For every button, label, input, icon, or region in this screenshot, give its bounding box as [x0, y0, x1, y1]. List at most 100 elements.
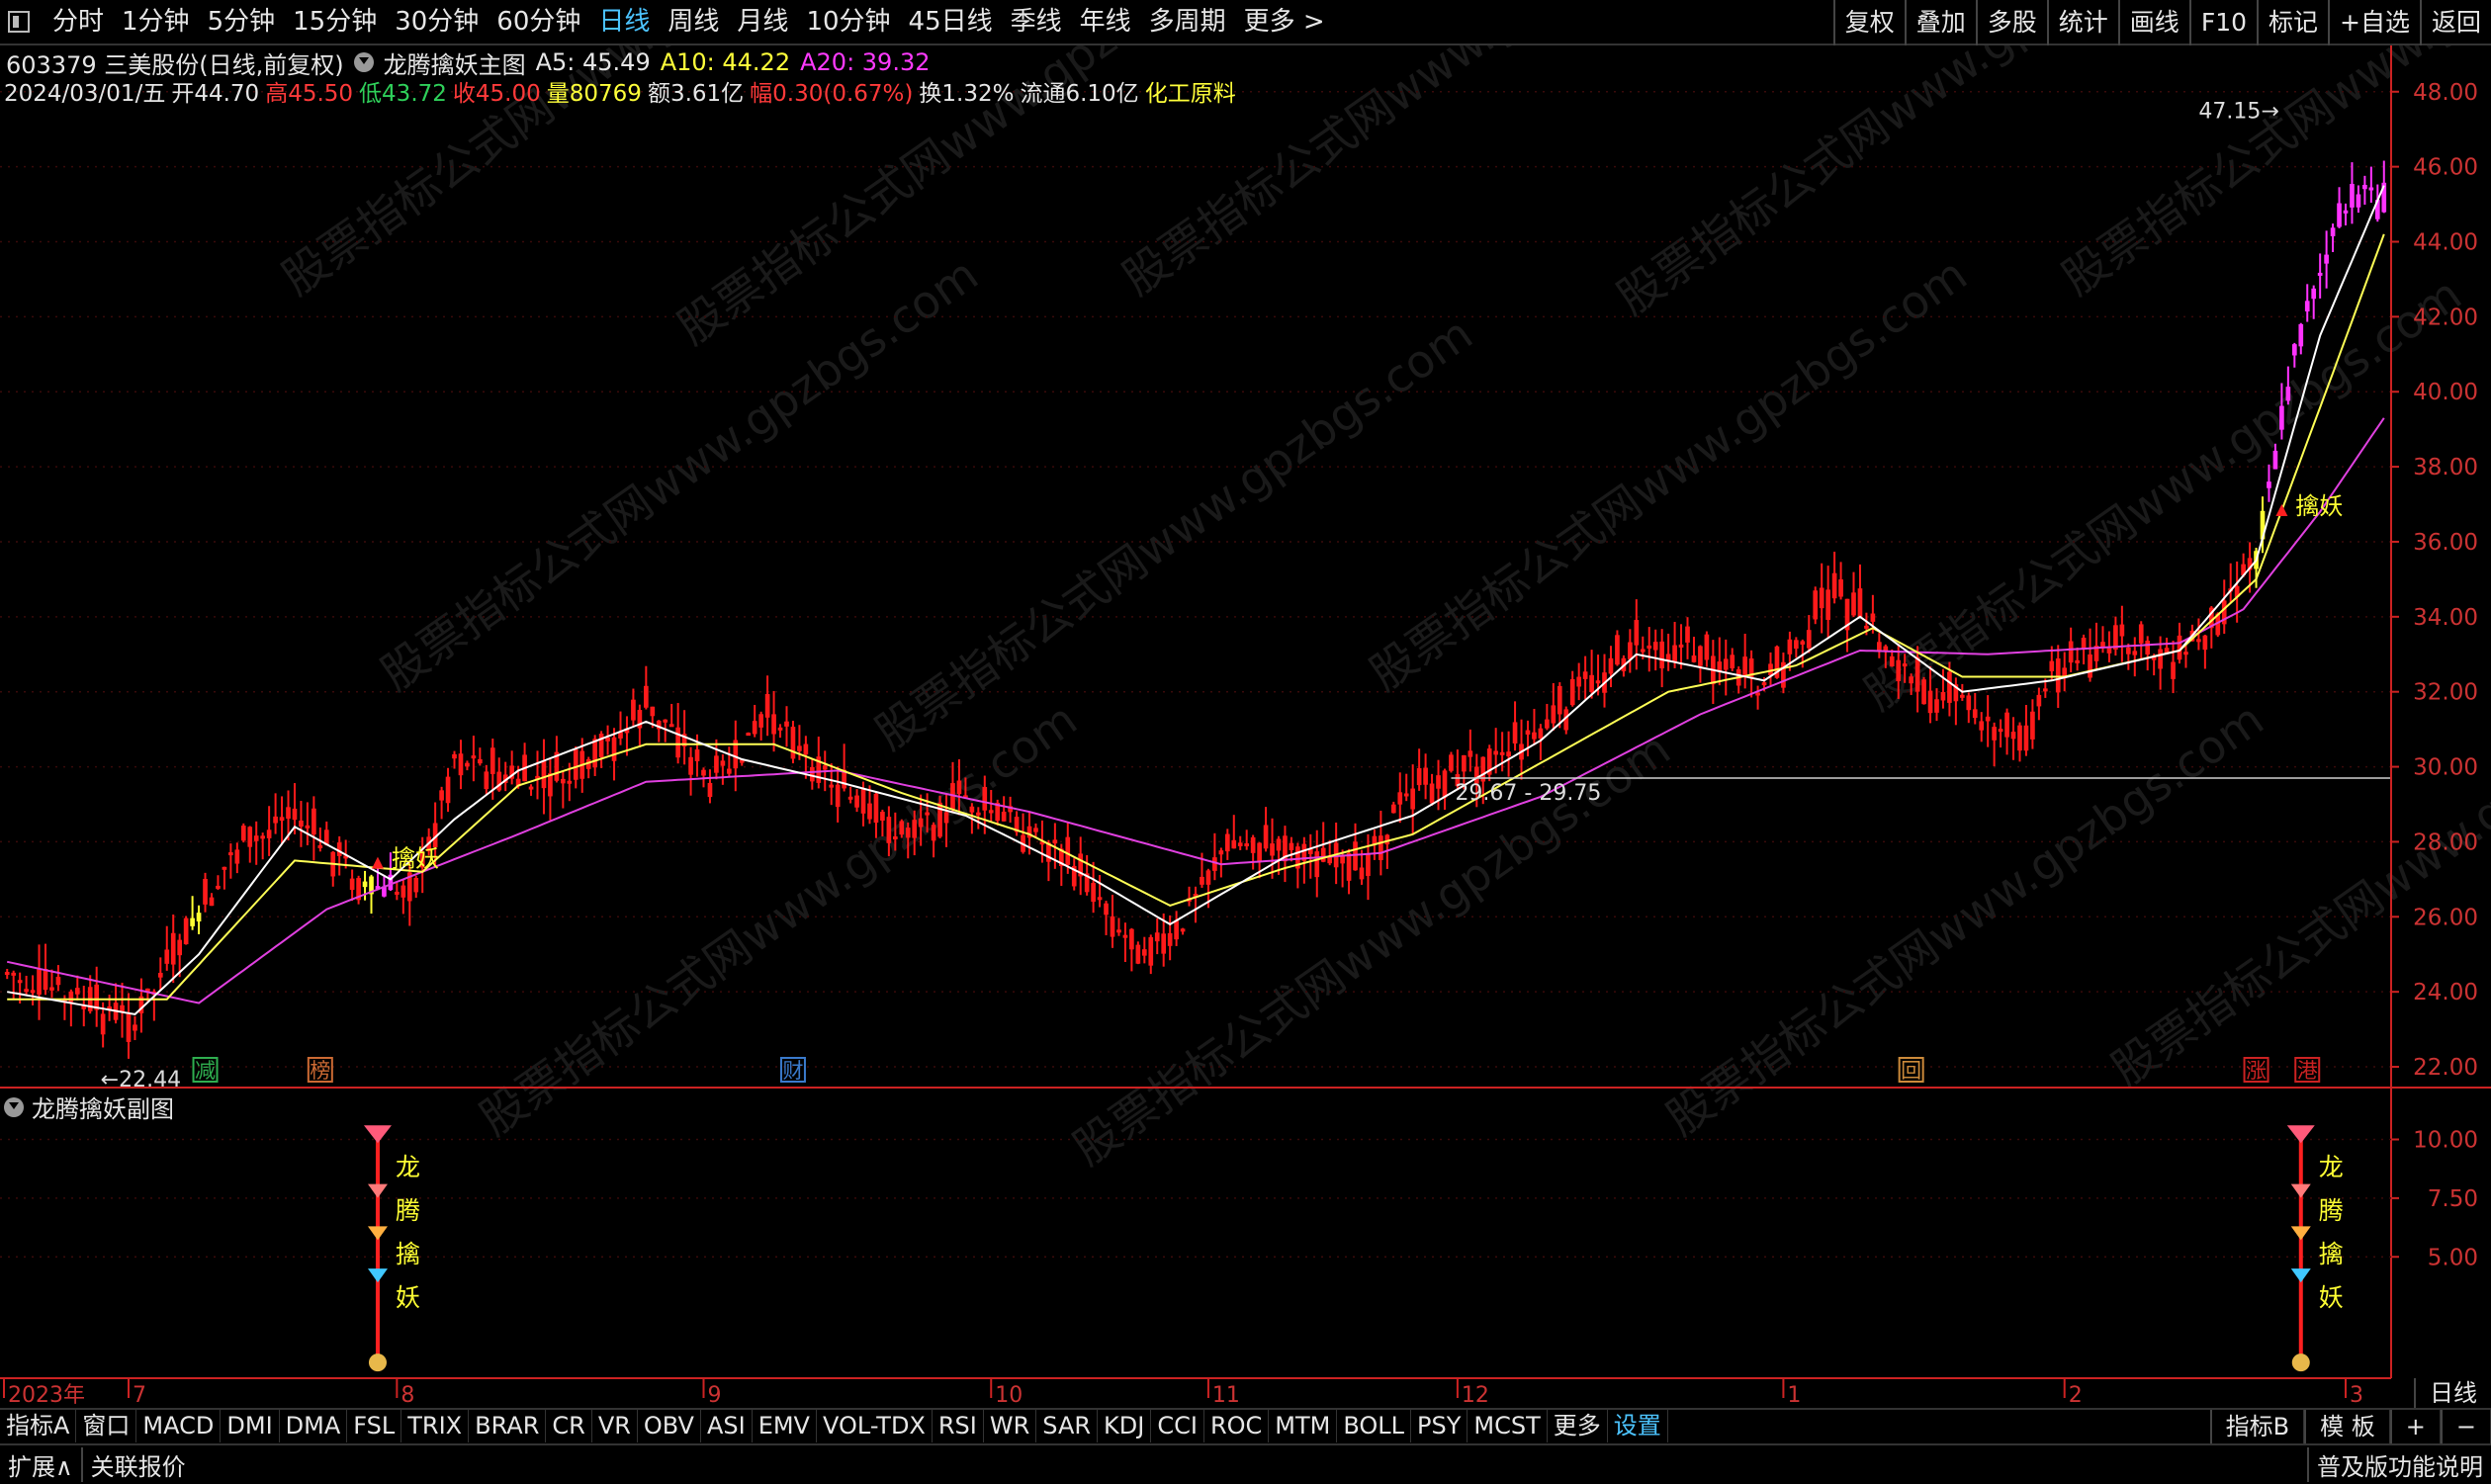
candle-84 — [541, 761, 547, 789]
candle-145 — [931, 825, 936, 841]
tool-button-1[interactable]: 叠加 — [1904, 0, 1976, 45]
candle-215 — [1379, 835, 1383, 860]
tool-button-2[interactable]: 多股 — [1975, 0, 2047, 45]
candle-3 — [24, 989, 29, 993]
candle-116 — [746, 733, 752, 737]
indicator-tab-9[interactable]: VR — [592, 1409, 638, 1442]
indicator-tab-14[interactable]: RSI — [933, 1409, 984, 1442]
period-tab-14[interactable]: 更多 > — [1235, 0, 1334, 44]
indicator-tab-21[interactable]: BOLL — [1337, 1409, 1412, 1442]
candle-129 — [829, 784, 835, 788]
tool-button-5[interactable]: F10 — [2188, 0, 2257, 45]
expand-button[interactable]: 扩展∧ — [0, 1447, 81, 1482]
candle-262 — [1678, 644, 1684, 648]
candle-311 — [1992, 727, 1997, 741]
indicator-tab-17[interactable]: KDJ — [1098, 1409, 1152, 1442]
indicator-tab-12[interactable]: EMV — [753, 1409, 817, 1442]
tool-button-8[interactable]: 返回 — [2419, 0, 2491, 45]
version-note-button[interactable]: 普及版功能说明 — [2307, 1447, 2491, 1482]
watermark-2: 股票指标公式网www.gpzbgs.com — [1112, 0, 1729, 306]
period-tab-13[interactable]: 多周期 — [1140, 0, 1235, 44]
period-tab-11[interactable]: 季线 — [1002, 0, 1071, 44]
candle-182 — [1167, 932, 1173, 946]
y-tick-label-0: 48.00 — [2413, 80, 2478, 106]
indicator-tab-19[interactable]: ROC — [1204, 1409, 1270, 1442]
indicator-tab-3[interactable]: DMI — [221, 1409, 280, 1442]
tab-right-button-2[interactable]: + — [2389, 1410, 2441, 1443]
related-quote-button[interactable]: 关联报价 — [80, 1447, 194, 1482]
tool-button-0[interactable]: 复权 — [1832, 0, 1905, 45]
indicator-tab-10[interactable]: OBV — [638, 1409, 701, 1442]
period-tab-0[interactable]: 分时 — [44, 0, 113, 44]
window-toggle-icon[interactable] — [8, 11, 30, 33]
indicator-tab-22[interactable]: PSY — [1411, 1409, 1468, 1442]
x-tick-label-3: 9 — [707, 1383, 721, 1408]
candle-121 — [777, 727, 783, 731]
tool-button-3[interactable]: 统计 — [2046, 0, 2118, 45]
indicator-tab-7[interactable]: BRAR — [469, 1409, 547, 1442]
indicator-tab-1[interactable]: 窗口 — [76, 1409, 137, 1442]
period-tab-5[interactable]: 60分钟 — [488, 0, 589, 44]
candle-303 — [1940, 692, 1946, 701]
candle-366 — [2343, 210, 2349, 214]
period-tab-1[interactable]: 1分钟 — [113, 0, 199, 44]
candle-325 — [2081, 638, 2087, 650]
signal-label-1: 擒妖 — [2295, 492, 2343, 520]
candle-5 — [37, 969, 42, 996]
indicator-tab-16[interactable]: SAR — [1036, 1409, 1099, 1442]
indicator-tab-0[interactable]: 指标A — [0, 1409, 77, 1442]
indicator-tab-6[interactable]: TRIX — [401, 1409, 470, 1442]
indicator-tab-15[interactable]: WR — [984, 1409, 1037, 1442]
period-tab-8[interactable]: 月线 — [728, 0, 797, 44]
candle-20 — [133, 1024, 137, 1031]
candle-68 — [439, 790, 444, 801]
period-tab-10[interactable]: 45日线 — [900, 0, 1002, 44]
dropdown-circle-icon[interactable] — [4, 1096, 24, 1117]
tool-button-4[interactable]: 画线 — [2117, 0, 2189, 45]
period-tab-4[interactable]: 30分钟 — [386, 0, 488, 44]
period-tab-2[interactable]: 5分钟 — [199, 0, 285, 44]
candle-149 — [956, 780, 962, 795]
candle-26 — [170, 932, 176, 965]
tool-button-6[interactable]: 标记 — [2257, 0, 2328, 45]
x-tick-label-0: 2023年 — [8, 1383, 85, 1408]
candle-187 — [1200, 876, 1204, 885]
indicator-tab-4[interactable]: DMA — [280, 1409, 348, 1442]
tool-button-7[interactable]: +自选 — [2328, 0, 2420, 45]
candle-280 — [1794, 640, 1799, 650]
candle-260 — [1665, 654, 1671, 660]
day-line-label[interactable]: 日线 — [2414, 1378, 2491, 1408]
period-tab-3[interactable]: 15分钟 — [284, 0, 386, 44]
period-tab-6[interactable]: 日线 — [589, 0, 659, 44]
indicator-tab-2[interactable]: MACD — [136, 1409, 222, 1442]
dropdown-circle-icon[interactable] — [353, 52, 374, 72]
candle-30 — [196, 913, 202, 922]
sub-chart-title[interactable]: 龙腾擒妖副图 — [4, 1090, 174, 1124]
indicator-tab-24[interactable]: 更多 — [1548, 1409, 1608, 1442]
candle-95 — [611, 737, 617, 761]
indicator-tab-13[interactable]: VOL-TDX — [817, 1409, 933, 1442]
candle-47 — [305, 825, 311, 829]
tab-right-button-0[interactable]: 指标B — [2209, 1410, 2305, 1443]
indicator-tab-5[interactable]: FSL — [347, 1409, 402, 1442]
period-tab-7[interactable]: 周线 — [659, 0, 728, 44]
quote-sector[interactable]: 化工原料 — [1145, 74, 1236, 108]
indicator-tab-20[interactable]: MTM — [1269, 1409, 1338, 1442]
candle-304 — [1947, 671, 1952, 703]
period-tab-9[interactable]: 10分钟 — [797, 0, 899, 44]
gem-icon-1 — [2286, 1125, 2315, 1144]
indicator-tab-25[interactable]: 设置 — [1608, 1409, 1668, 1442]
candle-289 — [1851, 592, 1856, 616]
tab-right-button-1[interactable]: 模 板 — [2304, 1410, 2390, 1443]
indicator-tab-11[interactable]: ASI — [701, 1409, 753, 1442]
indicator-tab-18[interactable]: CCI — [1151, 1409, 1204, 1442]
candle-354 — [2267, 481, 2271, 488]
indicator-tab-8[interactable]: CR — [546, 1409, 592, 1442]
tab-right-button-3[interactable]: − — [2440, 1410, 2491, 1443]
candle-92 — [592, 739, 597, 768]
price-chart[interactable]: 股票指标公式网www.gpzbgs.com股票指标公式网www.gpzbgs.c… — [0, 0, 2491, 1408]
indicator-tab-23[interactable]: MCST — [1468, 1409, 1548, 1442]
x-tick-label-6: 12 — [1462, 1383, 1489, 1408]
quote-turnover: 换1.32% — [919, 81, 1015, 107]
period-tab-12[interactable]: 年线 — [1071, 0, 1140, 44]
